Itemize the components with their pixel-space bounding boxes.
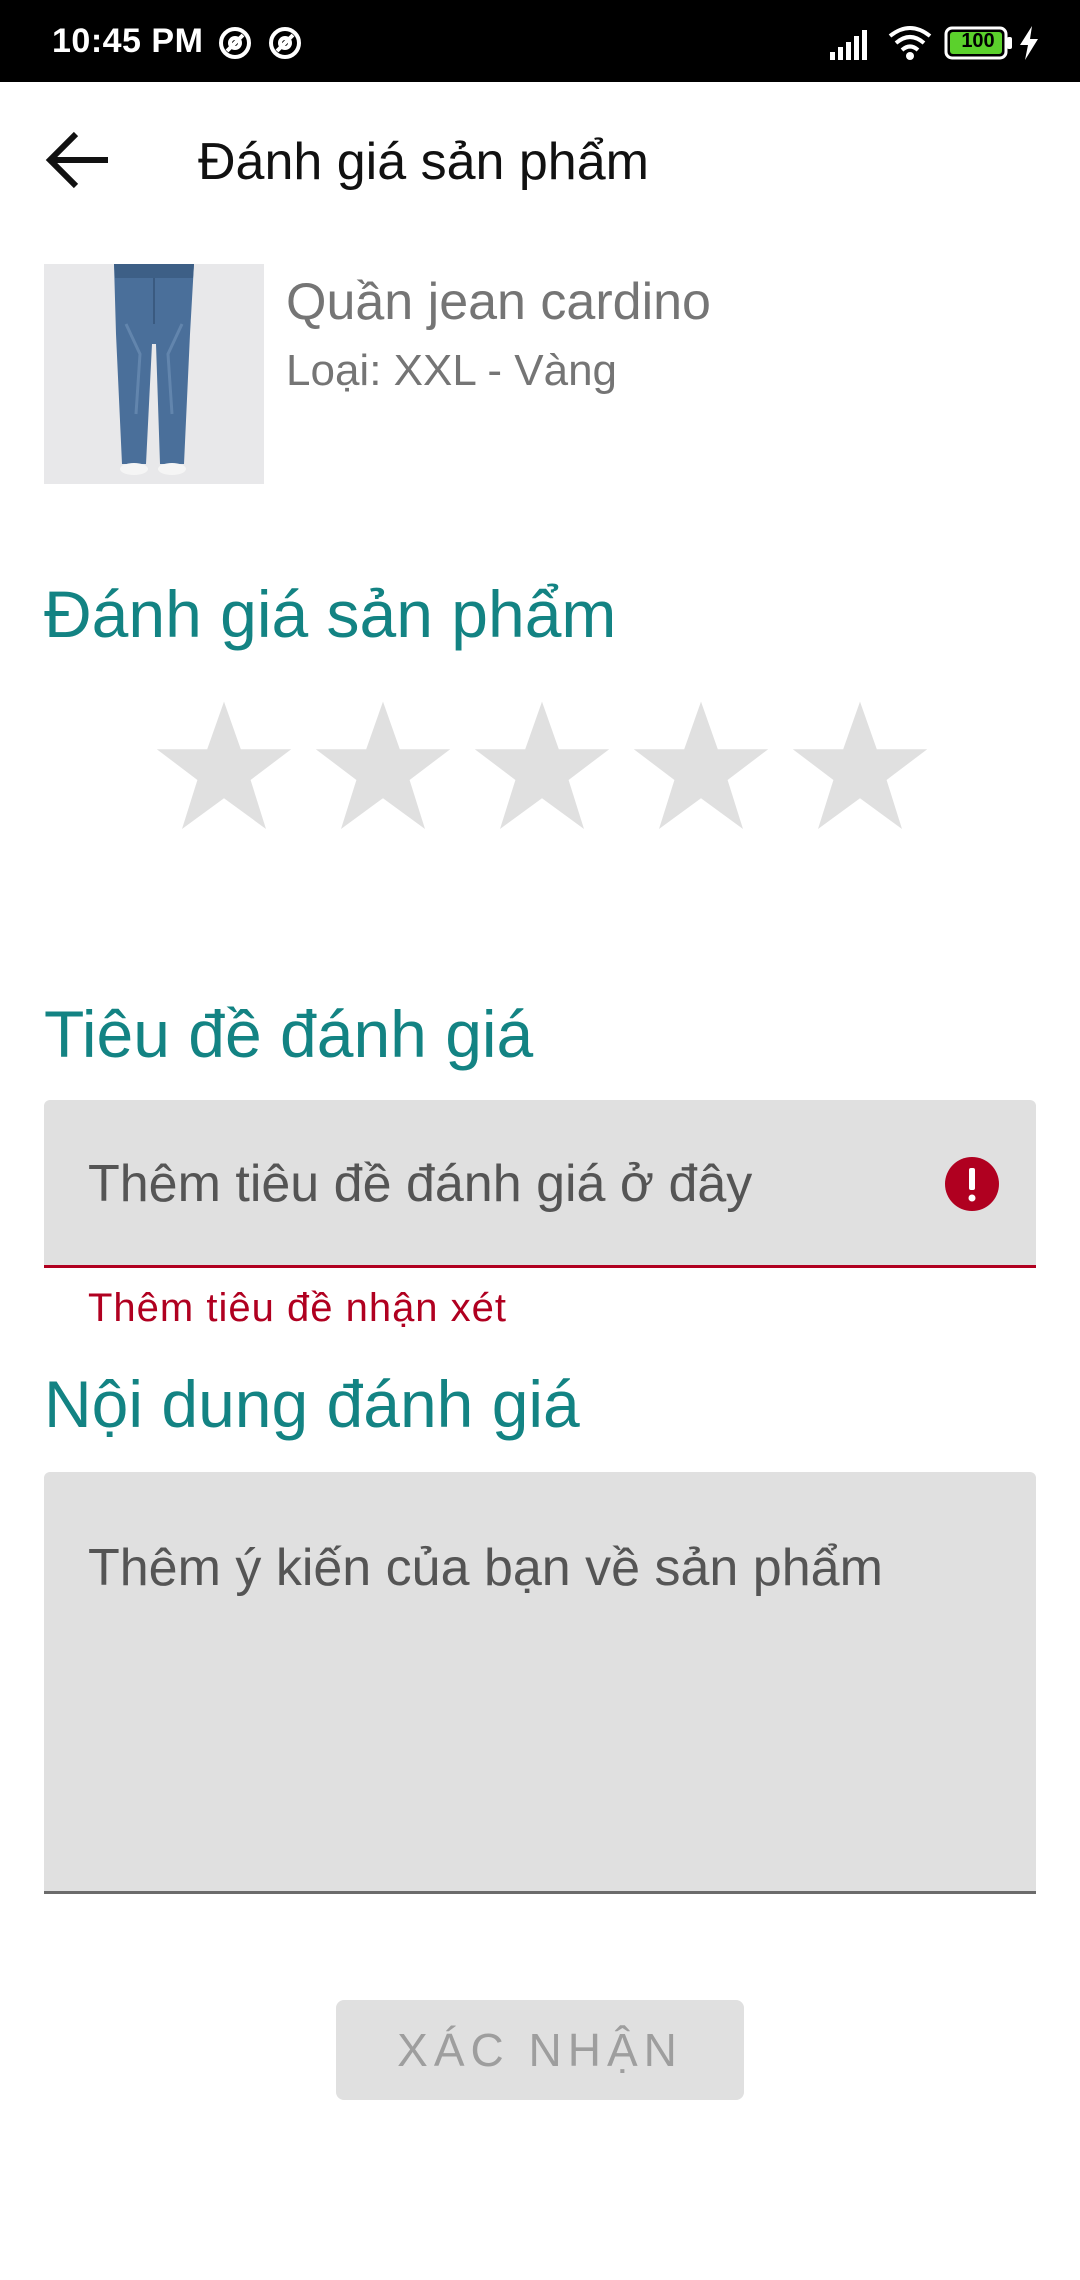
star-icon-5[interactable]	[790, 696, 930, 836]
review-title-placeholder: Thêm tiêu đề đánh giá ở đây	[88, 1155, 753, 1213]
review-content-placeholder: Thêm ý kiến của bạn về sản phẩm	[88, 1539, 883, 1597]
rating-section-title: Đánh giá sản phẩm	[44, 577, 617, 651]
at-sign-icon	[219, 27, 251, 59]
page-title: Đánh giá sản phẩm	[198, 133, 649, 191]
star-icon-2[interactable]	[313, 696, 453, 836]
star-icon-4[interactable]	[631, 696, 771, 836]
app-bar: Đánh giá sản phẩm	[0, 82, 1080, 242]
review-content-input[interactable]: Thêm ý kiến của bạn về sản phẩm	[44, 1472, 1036, 1894]
confirm-button[interactable]: XÁC NHẬN	[336, 2000, 744, 2100]
review-content-label: Nội dung đánh giá	[44, 1367, 580, 1441]
jeans-image	[44, 264, 264, 484]
review-title-error: Thêm tiêu đề nhận xét	[88, 1286, 508, 1330]
wifi-icon	[888, 26, 932, 60]
charging-icon	[1020, 26, 1038, 60]
star-icon-1[interactable]	[154, 696, 294, 836]
back-button[interactable]	[36, 118, 120, 202]
review-title-label: Tiêu đề đánh giá	[44, 997, 534, 1071]
error-icon	[945, 1157, 999, 1211]
product-variant: Loại: XXL - Vàng	[286, 346, 618, 395]
status-bar: 10:45 PM 100	[0, 0, 1080, 82]
status-time: 10:45 PM	[52, 22, 204, 60]
at-sign-icon	[269, 27, 301, 59]
signal-icon	[830, 30, 867, 60]
arrow-left-icon	[45, 131, 108, 189]
star-rating	[154, 696, 934, 836]
star-icon-3[interactable]	[472, 696, 612, 836]
review-title-input[interactable]: Thêm tiêu đề đánh giá ở đây	[44, 1100, 1036, 1268]
battery-level: 100	[961, 30, 995, 52]
product-image	[44, 264, 264, 484]
product-name: Quần jean cardino	[286, 273, 711, 331]
